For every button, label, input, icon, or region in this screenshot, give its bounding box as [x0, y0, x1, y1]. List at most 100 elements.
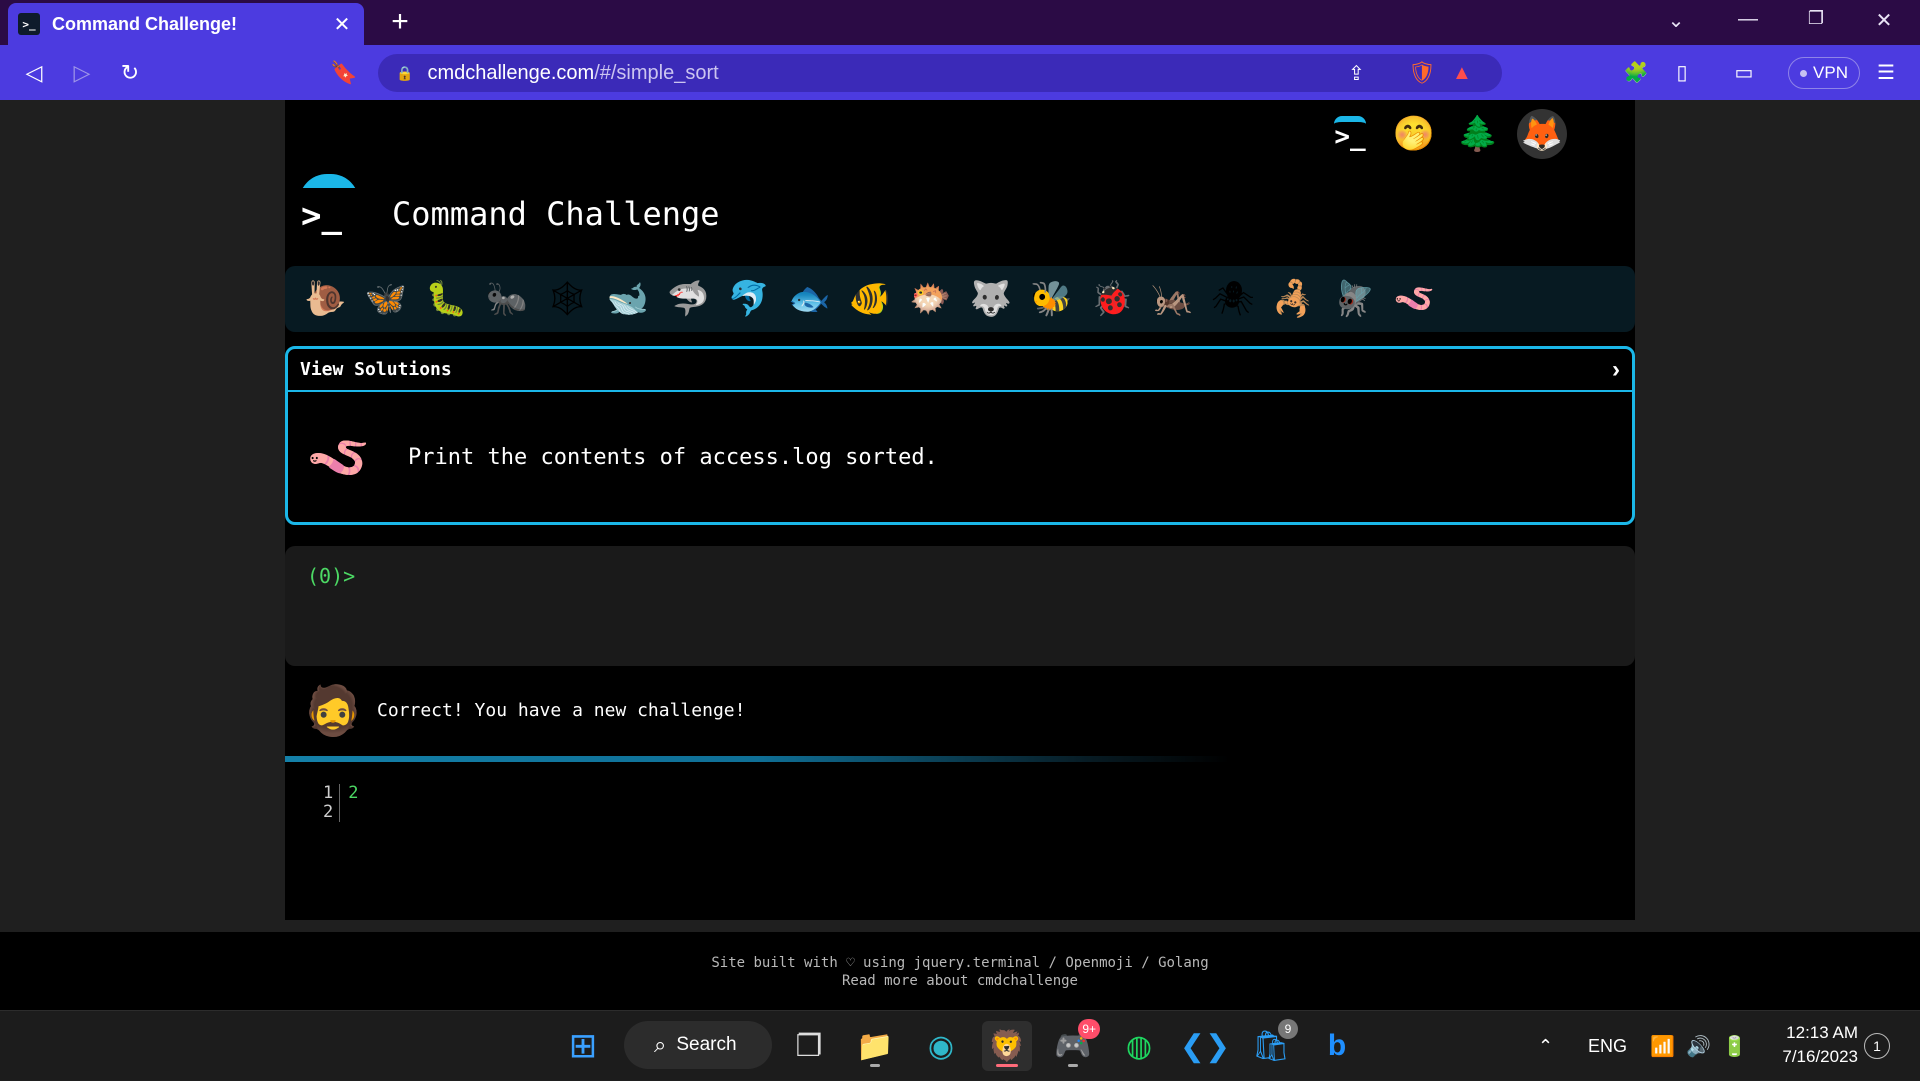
terminal-input[interactable]: (0)>	[285, 546, 1635, 666]
footer-about-link[interactable]: Read more about cmdchallenge	[0, 972, 1920, 990]
view-solutions-header[interactable]: View Solutions ›	[288, 349, 1632, 392]
dolphin-icon[interactable]: 🐬	[719, 269, 780, 329]
sidebar-icon[interactable]: ▯	[1666, 57, 1698, 89]
challenge-body: 🪱 Print the contents of access.log sorte…	[288, 392, 1632, 522]
brave-rewards-icon[interactable]: ▲	[1452, 54, 1472, 92]
scorpion-icon[interactable]: 🦂	[1263, 269, 1324, 329]
browser-toolbar: ◁ ▷ ↻ 🔖 🔒 cmdchallenge.com /#/simple_sor…	[0, 45, 1920, 100]
discord-badge: 9+	[1078, 1019, 1100, 1039]
tree-icon[interactable]: 🌲	[1453, 109, 1503, 159]
clock[interactable]: 12:13 AM 7/16/2023	[1762, 1021, 1858, 1069]
cmdchallenge-icon[interactable]: >_	[1325, 109, 1375, 159]
page-title: Command Challenge	[392, 195, 720, 233]
ant-icon[interactable]: 🐜	[477, 269, 538, 329]
cricket-icon[interactable]: 🦗	[1142, 269, 1203, 329]
close-window-button[interactable]: ✕	[1864, 8, 1904, 33]
address-bar[interactable]: 🔒 cmdchallenge.com /#/simple_sort ⇪ 🛡 ▲	[378, 54, 1502, 92]
extensions-icon[interactable]: 🧩	[1620, 57, 1652, 89]
back-button[interactable]: ◁	[18, 57, 50, 89]
fly-icon[interactable]: 🪰	[1324, 269, 1385, 329]
footer-credits: Site built with ♡ using jquery.terminal …	[711, 955, 1209, 971]
minimize-button[interactable]: —	[1728, 8, 1768, 31]
gitlab-icon[interactable]: 🦊	[1517, 109, 1567, 159]
url-host: cmdchallenge.com	[427, 61, 595, 84]
worm-icon[interactable]: 🪱	[1384, 269, 1445, 329]
new-tab-button[interactable]: +	[384, 6, 416, 38]
bing-icon[interactable]: b	[1312, 1021, 1362, 1071]
reload-button[interactable]: ↻	[114, 57, 146, 89]
snail-icon[interactable]: 🐌	[295, 269, 356, 329]
shark-icon[interactable]: 🦈	[658, 269, 719, 329]
running-indicator	[1068, 1064, 1078, 1067]
vpn-label: VPN	[1813, 63, 1848, 82]
whale-icon[interactable]: 🐋	[598, 269, 659, 329]
forward-button[interactable]: ▷	[66, 57, 98, 89]
site-footer: Site built with ♡ using jquery.terminal …	[0, 932, 1920, 1010]
brave-browser-icon[interactable]: 🦁	[982, 1021, 1032, 1071]
bee-icon[interactable]: 🐝	[1021, 269, 1082, 329]
output-content: 2	[348, 783, 359, 803]
brave-shields-icon[interactable]: 🛡	[1408, 54, 1436, 92]
tropical-fish-icon[interactable]: 🐠	[840, 269, 901, 329]
volume-icon[interactable]: 🔊	[1686, 1011, 1711, 1081]
progress-bar	[285, 756, 1635, 762]
site-logo: >_	[299, 174, 359, 238]
terminal-prompt: (0)>	[307, 564, 356, 588]
microsoft-store-icon[interactable]: 🛍 9	[1246, 1019, 1298, 1071]
tab-search-chevron-icon[interactable]: ⌄	[1656, 8, 1696, 33]
chevron-right-icon[interactable]: ›	[1612, 356, 1620, 384]
challenge-description: Print the contents of access.log sorted.	[408, 444, 938, 470]
wallet-icon[interactable]: ▭	[1728, 57, 1760, 89]
windows-start-icon[interactable]: ⊞	[558, 1021, 608, 1071]
view-solutions-label: View Solutions	[300, 359, 452, 380]
page-viewport: >_ 🤭 🌲 🦊 ✉ >_ Command Challenge 🐌 🦋 🐛 🐜 …	[0, 100, 1920, 1010]
bearded-person-avatar-icon: 🧔	[303, 684, 363, 738]
mail-icon[interactable]: ✉	[1581, 109, 1631, 159]
spider-icon[interactable]: 🕷	[1203, 269, 1264, 329]
vpn-status-dot	[1800, 69, 1808, 77]
fish-icon[interactable]: 🐟	[779, 269, 840, 329]
file-explorer-icon[interactable]: 📁	[850, 1021, 900, 1071]
butterfly-icon[interactable]: 🦋	[356, 269, 417, 329]
taskbar-search[interactable]: ⌕ Search	[624, 1021, 772, 1069]
social-links: >_ 🤭 🌲 🦊 ✉	[1325, 104, 1635, 164]
discord-icon[interactable]: 🎮 9+	[1048, 1019, 1100, 1071]
logo-prompt-icon: >_	[301, 196, 342, 236]
spider-web-icon[interactable]: 🕸	[537, 269, 598, 329]
share-icon[interactable]: ⇪	[1348, 54, 1365, 92]
worm-icon: 🪱	[306, 428, 371, 487]
battery-icon[interactable]: 🔋	[1722, 1011, 1747, 1081]
wifi-icon[interactable]: 📶	[1650, 1011, 1675, 1081]
browser-titlebar: >_ Command Challenge! ✕ + ⌄ — ❐ ✕	[0, 0, 1920, 45]
menu-icon[interactable]: ☰	[1870, 57, 1902, 89]
terminal-favicon-icon: >_	[18, 13, 40, 35]
bookmark-icon[interactable]: 🔖	[328, 57, 360, 89]
spotify-icon[interactable]: ◍	[1114, 1021, 1164, 1071]
hand-over-mouth-emoji-icon[interactable]: 🤭	[1389, 109, 1439, 159]
edge-icon[interactable]: ◉	[916, 1021, 966, 1071]
cmdchallenge-site: >_ 🤭 🌲 🦊 ✉ >_ Command Challenge 🐌 🦋 🐛 🐜 …	[285, 100, 1635, 920]
active-indicator	[996, 1064, 1018, 1067]
feedback-message: Correct! You have a new challenge!	[377, 699, 746, 721]
search-label: Search	[676, 1034, 737, 1055]
browser-tab-active[interactable]: >_ Command Challenge! ✕	[8, 3, 364, 45]
feedback-row: 🧔 Correct! You have a new challenge!	[285, 670, 1635, 750]
store-badge: 9	[1278, 1019, 1298, 1039]
restore-button[interactable]: ❐	[1796, 8, 1836, 29]
clock-date: 7/16/2023	[1782, 1047, 1858, 1066]
caterpillar-icon[interactable]: 🐛	[416, 269, 477, 329]
wolf-icon[interactable]: 🐺	[961, 269, 1022, 329]
lock-icon: 🔒	[396, 64, 414, 81]
pufferfish-icon[interactable]: 🐡	[900, 269, 961, 329]
output-panel: 1 2 2	[323, 784, 359, 822]
notification-count[interactable]: 1	[1864, 1033, 1890, 1059]
vpn-button[interactable]: VPN	[1788, 57, 1860, 89]
clock-time: 12:13 AM	[1786, 1023, 1858, 1042]
language-indicator[interactable]: ENG	[1588, 1011, 1627, 1081]
show-hidden-icons-chevron-icon[interactable]: ⌃	[1538, 1011, 1553, 1081]
tab-close-icon[interactable]: ✕	[330, 12, 354, 37]
vscode-icon[interactable]: ❮❯	[1180, 1021, 1230, 1071]
running-indicator	[870, 1064, 880, 1067]
task-view-icon[interactable]: ❐	[784, 1021, 834, 1071]
ladybug-icon[interactable]: 🐞	[1082, 269, 1143, 329]
